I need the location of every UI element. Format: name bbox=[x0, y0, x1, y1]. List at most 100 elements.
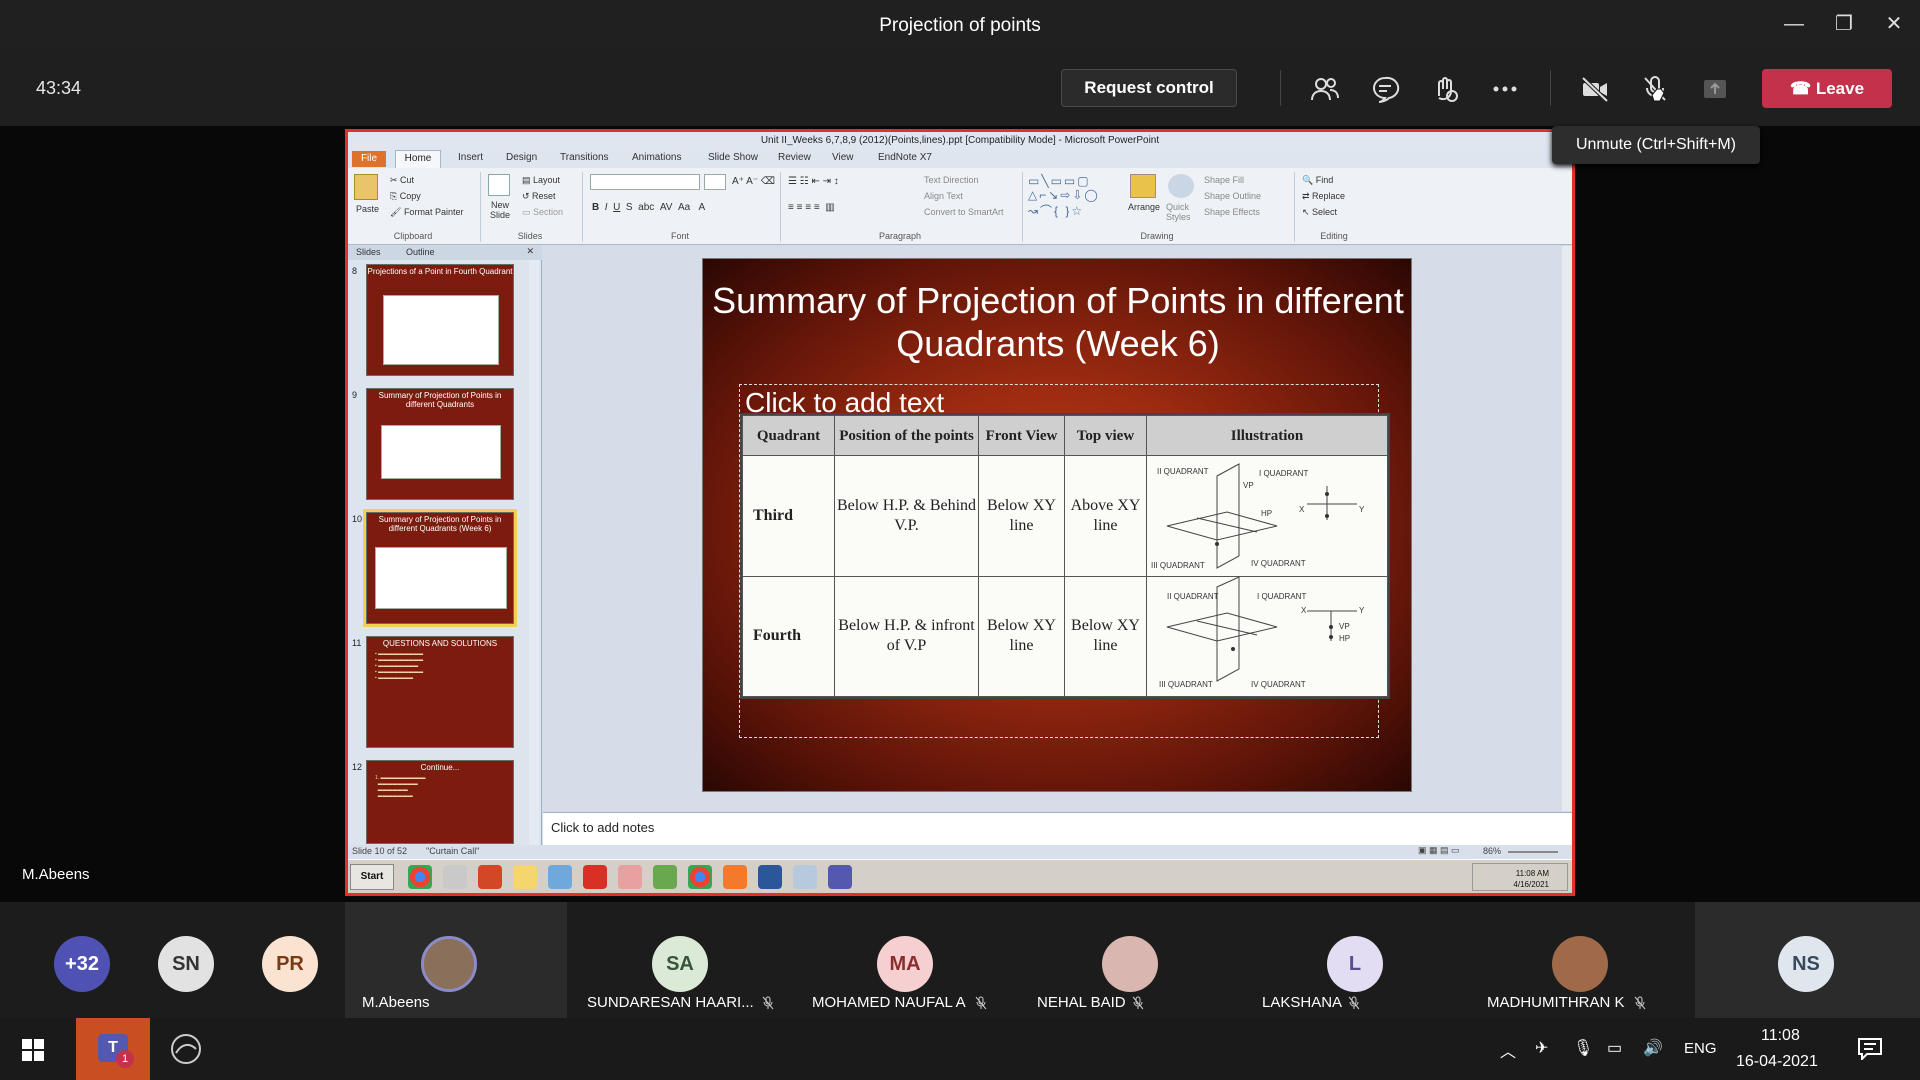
ppt-tab-review[interactable]: Review bbox=[778, 152, 811, 163]
firefox-icon[interactable] bbox=[723, 865, 747, 889]
slide-thumbnail[interactable]: QUESTIONS AND SOLUTIONS ▪ ▬▬▬▬▬▬▬▬▬ ▪ ▬▬▬… bbox=[366, 636, 514, 748]
ppt-tab-insert[interactable]: Insert bbox=[458, 152, 483, 163]
font-format-icons[interactable]: B I U S abc AV Aa A bbox=[592, 202, 705, 213]
restore-icon[interactable]: ❐ bbox=[1832, 12, 1856, 36]
new-slide-icon[interactable] bbox=[488, 174, 510, 196]
participant-tile-speaking[interactable]: M.Abeens bbox=[345, 902, 567, 1018]
shapes-gallery[interactable]: ▭╲▭▭▢ △⌐↘⇨⇩◯ ↝⌒{ }☆ bbox=[1028, 174, 1100, 219]
app-icon[interactable] bbox=[170, 1033, 202, 1065]
raise-hand-icon[interactable] bbox=[1430, 74, 1460, 104]
thumbnails-scrollbar[interactable] bbox=[529, 260, 539, 846]
battery-icon[interactable]: ▭ bbox=[1607, 1038, 1622, 1058]
convert-smartart-button[interactable]: Convert to SmartArt bbox=[924, 207, 1004, 217]
layout-button[interactable]: ▤ Layout bbox=[522, 175, 560, 186]
current-slide[interactable]: Summary of Projection of Points in diffe… bbox=[702, 258, 1412, 792]
notification-center-icon[interactable] bbox=[1858, 1038, 1882, 1060]
close-panel-icon[interactable]: ✕ bbox=[526, 246, 534, 257]
teams-taskbar-button[interactable]: T 1 bbox=[76, 1018, 150, 1080]
close-icon[interactable]: ✕ bbox=[1882, 12, 1906, 36]
language-indicator[interactable]: ENG bbox=[1684, 1040, 1717, 1057]
ppt-tab-home[interactable]: Home bbox=[395, 150, 441, 168]
remote-start-button[interactable]: Start bbox=[350, 864, 394, 890]
leave-button[interactable]: ☎ Leave bbox=[1762, 69, 1892, 108]
snipping-tool-icon[interactable] bbox=[443, 865, 467, 889]
font-name-select[interactable] bbox=[590, 174, 700, 190]
participants-icon[interactable] bbox=[1310, 74, 1340, 104]
paste-icon[interactable] bbox=[354, 174, 378, 200]
shape-outline-button[interactable]: Shape Outline bbox=[1204, 191, 1261, 201]
chat-icon[interactable] bbox=[1370, 74, 1400, 104]
slide-thumbnail-selected[interactable]: Summary of Projection of Points in diffe… bbox=[363, 509, 517, 627]
ppt-tab-transitions[interactable]: Transitions bbox=[560, 152, 609, 163]
powerpoint-icon[interactable] bbox=[478, 865, 502, 889]
volume-icon[interactable]: 🔊 bbox=[1643, 1038, 1663, 1058]
notes-pane[interactable]: Click to add notes bbox=[543, 812, 1572, 845]
arrange-button[interactable]: Arrange bbox=[1128, 202, 1160, 212]
system-date[interactable]: 16-04-2021 bbox=[1736, 1053, 1818, 1071]
select-button[interactable]: ↖ Select bbox=[1302, 207, 1337, 218]
app-icon[interactable] bbox=[793, 865, 817, 889]
system-time[interactable]: 11:08 bbox=[1761, 1027, 1800, 1045]
participant-tile[interactable]: MA MOHAMED NAUFAL A bbox=[795, 902, 1017, 1018]
ppt-tab-file[interactable]: File bbox=[352, 151, 386, 167]
overflow-participants[interactable]: +32 bbox=[40, 902, 124, 1018]
font-grow-shrink-icons[interactable]: A⁺ A⁻ ⌫ bbox=[732, 176, 775, 187]
format-painter-button[interactable]: 🖌 Format Painter bbox=[390, 207, 463, 218]
globe-icon[interactable] bbox=[548, 865, 572, 889]
more-options-icon[interactable] bbox=[1490, 74, 1520, 104]
cut-button[interactable]: ✂ Cut bbox=[390, 175, 414, 186]
reset-button[interactable]: ↺ Reset bbox=[522, 191, 556, 202]
quick-styles-button[interactable]: Quick Styles bbox=[1166, 202, 1198, 222]
microphone-icon[interactable]: 🎙 bbox=[1573, 1038, 1593, 1058]
ppt-tab-endnote[interactable]: EndNote X7 bbox=[878, 152, 932, 163]
quick-styles-icon[interactable] bbox=[1168, 174, 1194, 198]
find-button[interactable]: 🔍 Find bbox=[1302, 175, 1333, 186]
slide-title[interactable]: Summary of Projection of Points in diffe… bbox=[703, 279, 1413, 365]
app-icon[interactable] bbox=[618, 865, 642, 889]
ppt-tab-design[interactable]: Design bbox=[506, 152, 537, 163]
participant-tile[interactable]: SA SUNDARESAN HAARI... bbox=[570, 902, 792, 1018]
shape-fill-button[interactable]: Shape Fill bbox=[1204, 175, 1244, 185]
tray-chevron-icon[interactable]: ︿ bbox=[1500, 1038, 1516, 1062]
participant-tile[interactable]: NS bbox=[1695, 902, 1920, 1018]
font-size-select[interactable] bbox=[704, 174, 726, 190]
align-icons[interactable]: ≡ ≡ ≡ ≡ ▥ bbox=[788, 202, 835, 213]
slide-scrollbar[interactable] bbox=[1562, 246, 1572, 811]
chrome-icon[interactable] bbox=[408, 865, 432, 889]
acrobat-icon[interactable] bbox=[583, 865, 607, 889]
shape-effects-button[interactable]: Shape Effects bbox=[1204, 207, 1260, 217]
tab-outline[interactable]: Outline bbox=[406, 247, 435, 257]
participant-tile[interactable]: PR bbox=[248, 902, 332, 1018]
slide-thumbnail[interactable]: Projections of a Point in Fourth Quadran… bbox=[366, 264, 514, 376]
participant-tile[interactable]: NEHAL BAID bbox=[1020, 902, 1242, 1018]
participant-tile[interactable]: SN bbox=[144, 902, 228, 1018]
minimize-icon[interactable]: — bbox=[1782, 12, 1806, 36]
camera-off-icon[interactable] bbox=[1580, 74, 1610, 104]
chrome-icon[interactable] bbox=[688, 865, 712, 889]
windows-start-icon[interactable] bbox=[22, 1039, 44, 1061]
participant-tile[interactable]: L LAKSHANA bbox=[1245, 902, 1467, 1018]
copy-button[interactable]: ⎘ Copy bbox=[390, 191, 421, 202]
participant-tile[interactable]: MADHUMITHRAN K bbox=[1470, 902, 1692, 1018]
new-slide-button[interactable]: New Slide bbox=[482, 200, 518, 220]
request-control-button[interactable]: Request control bbox=[1061, 69, 1237, 107]
mic-off-icon[interactable] bbox=[1640, 74, 1670, 104]
app-icon[interactable] bbox=[653, 865, 677, 889]
align-text-button[interactable]: Align Text bbox=[924, 191, 963, 201]
paste-button[interactable]: Paste bbox=[356, 204, 379, 214]
zoom-slider[interactable] bbox=[1508, 851, 1558, 853]
airplane-icon[interactable]: ✈ bbox=[1535, 1038, 1548, 1058]
replace-button[interactable]: ⇄ Replace bbox=[1302, 191, 1345, 202]
text-direction-button[interactable]: Text Direction bbox=[924, 175, 979, 185]
arrange-icon[interactable] bbox=[1130, 174, 1156, 198]
list-icons[interactable]: ☰ ☷ ⇤ ⇥ ↕ bbox=[788, 176, 839, 187]
tab-slides[interactable]: Slides bbox=[356, 247, 381, 257]
section-button[interactable]: ▭ Section bbox=[522, 207, 563, 218]
ppt-tab-view[interactable]: View bbox=[832, 152, 854, 163]
share-tray-icon[interactable] bbox=[1700, 74, 1730, 104]
teams-icon[interactable] bbox=[828, 865, 852, 889]
slide-thumbnail[interactable]: Summary of Projection of Points in diffe… bbox=[366, 388, 514, 500]
ppt-tab-animations[interactable]: Animations bbox=[632, 152, 681, 163]
folder-icon[interactable] bbox=[513, 865, 537, 889]
slide-thumbnail[interactable]: Continue... 1. ▬▬▬▬▬▬▬▬▬ ▬▬▬▬▬▬▬▬ ▬▬▬▬▬▬… bbox=[366, 760, 514, 844]
